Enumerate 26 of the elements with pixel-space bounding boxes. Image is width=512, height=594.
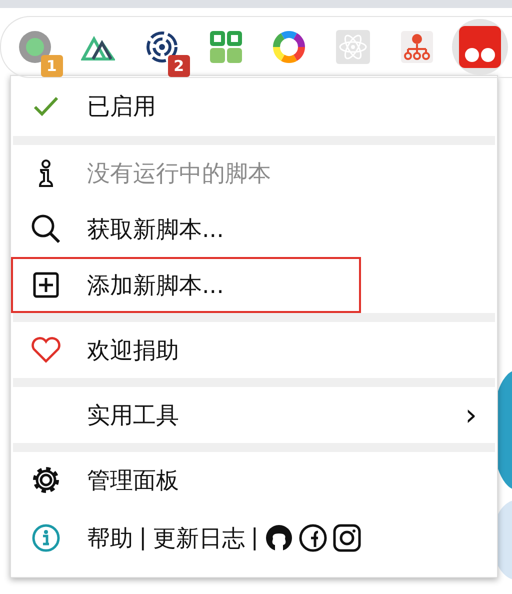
search-icon: [31, 214, 61, 244]
add-square-icon: [33, 272, 59, 298]
github-icon[interactable]: [264, 524, 292, 552]
instagram-icon[interactable]: [332, 524, 360, 552]
check-icon: [33, 95, 59, 117]
submenu-item[interactable]: 实用工具 ›: [11, 387, 497, 443]
footer-link[interactable]: 更新日志: [152, 522, 245, 554]
heart-icon: [31, 336, 61, 364]
menu-item[interactable]: 欢迎捐助: [11, 322, 497, 378]
color-wheel-icon: [272, 30, 306, 64]
two-circles-icon: [459, 26, 502, 68]
menu-item[interactable]: 添加新脚本...: [11, 257, 361, 313]
grid-icon: [210, 31, 242, 63]
menu-item[interactable]: 管理面板: [11, 452, 497, 508]
divider-text: |: [139, 525, 147, 551]
menu-item[interactable]: 已启用: [11, 76, 497, 136]
facebook-icon[interactable]: [298, 524, 326, 552]
info-icon: [32, 524, 60, 552]
settings-icon: [31, 465, 61, 495]
info-icon: [38, 159, 54, 187]
atom-icon: [336, 30, 370, 64]
sitemap-icon: [400, 31, 433, 63]
footer-link[interactable]: 帮助: [87, 522, 133, 554]
menu-item[interactable]: 获取新脚本...: [11, 201, 497, 257]
divider-text: |: [250, 525, 258, 551]
extension-button[interactable]: 2: [134, 19, 190, 75]
